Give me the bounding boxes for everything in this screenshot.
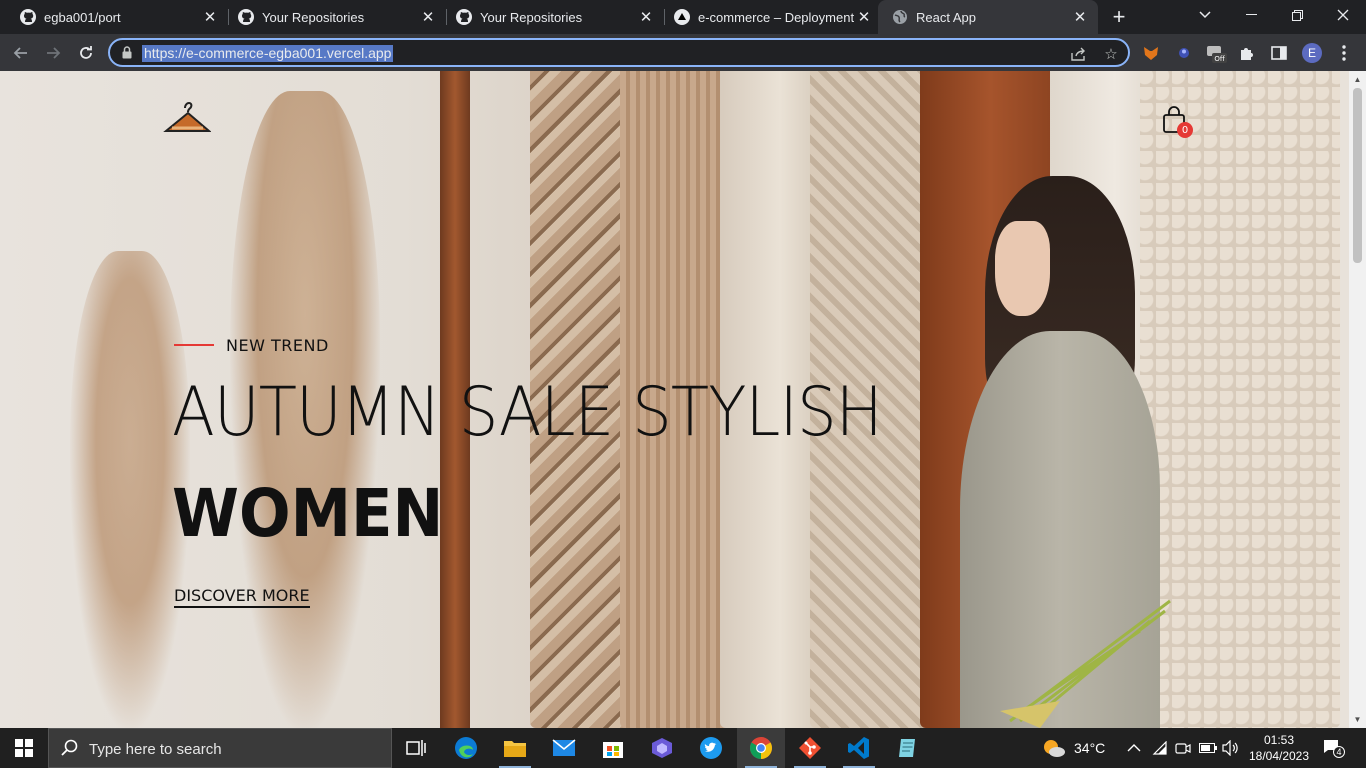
close-icon[interactable]: ✕ [636, 7, 656, 27]
tab-title: egba001/port [44, 9, 121, 25]
close-icon[interactable]: ✕ [854, 7, 874, 27]
chrome-icon[interactable] [737, 728, 785, 768]
hanger-logo-icon[interactable] [163, 98, 211, 136]
git-icon[interactable] [786, 728, 834, 768]
new-tab-button[interactable]: + [1108, 6, 1130, 29]
lock-icon[interactable] [122, 46, 132, 64]
hero-eyebrow: NEW TREND [226, 336, 329, 355]
notification-count: 4 [1333, 746, 1345, 758]
restore-icon [1291, 9, 1303, 21]
share-icon[interactable] [1070, 45, 1088, 63]
tab-react-app[interactable]: React App ✕ [878, 0, 1098, 34]
edge-icon[interactable] [442, 728, 490, 768]
extension-off-icon[interactable]: Off [1205, 42, 1227, 64]
more-menu-icon[interactable] [1333, 42, 1355, 64]
minimize-button[interactable] [1228, 0, 1274, 30]
close-icon[interactable]: ✕ [418, 7, 438, 27]
extension-metamask-icon[interactable] [1140, 42, 1162, 64]
extension-badge: Off [1214, 55, 1225, 63]
restore-button[interactable] [1274, 0, 1320, 30]
address-bar[interactable]: https://e-commerce-egba001.vercel.app ☆ [108, 38, 1130, 67]
start-button[interactable] [0, 728, 48, 768]
tray-overflow-icon[interactable] [1127, 728, 1141, 768]
hero-section: 0 NEW TREND AUTUMN SALE STYLISH WOMEN DI… [0, 71, 1349, 728]
accent-line [174, 344, 214, 346]
hero-headline: AUTUMN SALE STYLISH [172, 373, 883, 452]
tab-title: Your Repositories [262, 9, 365, 25]
store-icon[interactable] [589, 728, 637, 768]
github-icon [20, 9, 36, 25]
network-icon[interactable] [1152, 728, 1168, 768]
weather-widget[interactable]: 34°C [1042, 728, 1105, 768]
notification-center-button[interactable]: 4 [1322, 737, 1345, 759]
arrow-right-icon [47, 47, 61, 59]
scroll-down-icon[interactable]: ▼ [1349, 711, 1366, 728]
windows-logo-icon [15, 739, 33, 757]
close-icon[interactable]: ✕ [200, 7, 220, 27]
taskbar-search[interactable]: Type here to search [48, 728, 392, 768]
github-icon [238, 9, 254, 25]
close-window-button[interactable] [1320, 0, 1366, 30]
search-icon [61, 739, 78, 756]
minimize-icon [1245, 14, 1257, 15]
url-text[interactable]: https://e-commerce-egba001.vercel.app [142, 45, 394, 62]
tab-search-button[interactable] [1182, 0, 1228, 30]
mail-icon[interactable] [540, 728, 588, 768]
model-face [995, 221, 1050, 316]
volume-icon[interactable] [1222, 728, 1240, 768]
tab-title: React App [916, 9, 976, 25]
file-explorer-icon[interactable] [491, 728, 539, 768]
globe-icon [892, 9, 908, 25]
reload-button[interactable] [73, 40, 99, 66]
task-view-icon[interactable] [392, 728, 440, 768]
github-icon [456, 9, 472, 25]
scrollbar-thumb[interactable] [1353, 88, 1362, 263]
extension-dot-icon[interactable] [1173, 42, 1195, 64]
windows-taskbar: Type here to search 34°C 01:53 18/04/202… [0, 728, 1366, 768]
profile-avatar[interactable]: E [1302, 43, 1322, 63]
close-icon [1337, 9, 1349, 21]
arrow-left-icon [13, 47, 27, 59]
browser-toolbar: https://e-commerce-egba001.vercel.app ☆ … [0, 34, 1366, 71]
meet-now-icon[interactable] [1175, 728, 1191, 768]
hero-headline-strong: WOMEN [172, 475, 444, 552]
side-panel-icon[interactable] [1268, 42, 1290, 64]
tab-your-repositories-2[interactable]: Your Repositories ✕ [436, 0, 664, 34]
tab-vercel-deployment[interactable]: e-commerce – Deployment O ✕ [654, 0, 882, 34]
clock-date: 18/04/2023 [1248, 749, 1310, 763]
twitter-icon[interactable] [687, 728, 735, 768]
scroll-up-icon[interactable]: ▲ [1349, 71, 1366, 88]
tab-egba001-port[interactable]: egba001/port ✕ [0, 0, 228, 34]
page-scrollbar[interactable]: ▲ ▼ [1349, 71, 1366, 728]
cart-count-badge: 0 [1177, 122, 1193, 138]
star-icon[interactable]: ☆ [1102, 45, 1120, 63]
taskbar-clock[interactable]: 01:53 18/04/2023 [1247, 732, 1311, 764]
flower-bouquet [1000, 599, 1171, 728]
weather-sun-icon [1044, 740, 1065, 757]
back-button[interactable] [8, 40, 34, 66]
tab-title: e-commerce – Deployment O [698, 9, 854, 25]
tab-strip: egba001/port ✕ Your Repositories ✕ Your … [0, 0, 1366, 34]
forward-button[interactable] [40, 40, 66, 66]
weather-temp: 34°C [1074, 740, 1106, 756]
close-icon[interactable]: ✕ [1070, 7, 1090, 27]
notepad-icon[interactable] [884, 728, 932, 768]
tab-your-repositories[interactable]: Your Repositories ✕ [218, 0, 446, 34]
search-placeholder: Type here to search [89, 741, 222, 758]
extensions-puzzle-icon[interactable] [1236, 42, 1258, 64]
vscode-icon[interactable] [835, 728, 883, 768]
battery-icon[interactable] [1199, 728, 1217, 768]
tab-title: Your Repositories [480, 9, 583, 25]
vercel-icon [674, 9, 690, 25]
reload-icon [80, 46, 92, 59]
clock-time: 01:53 [1263, 733, 1295, 747]
chevron-down-icon [1199, 11, 1211, 19]
copilot-icon[interactable] [638, 728, 686, 768]
discover-more-link[interactable]: DISCOVER MORE [174, 586, 310, 608]
